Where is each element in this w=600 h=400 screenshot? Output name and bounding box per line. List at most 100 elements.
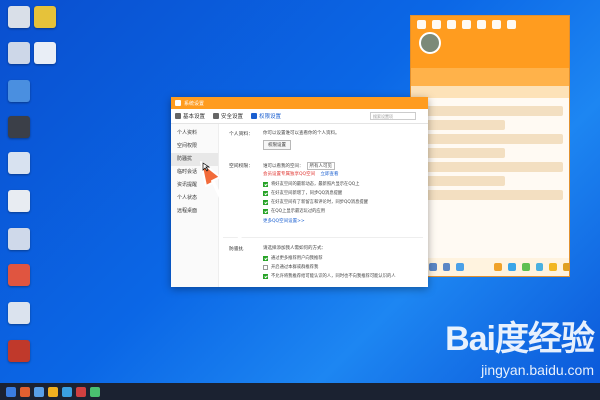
anti-option-2[interactable]: 开启通过本群或群推荐我 [263,264,318,270]
start-icon[interactable] [6,386,16,397]
dialog-body: 个人资料 空间权限 防骚扰 临时会话 资讯提醒 个人状态 远程桌面 个人资料： … [171,124,428,287]
checkbox[interactable] [263,199,268,205]
list-item[interactable] [417,148,505,158]
list-item[interactable] [417,176,505,186]
checkbox-label: 在好友空间新增了，同步QQ消息提醒 [271,191,343,196]
mail-icon[interactable] [417,20,426,29]
taskbar-app-icon[interactable] [90,386,100,397]
anti-harassment-section-label: 防骚扰： [229,247,249,252]
more-space-settings-link[interactable]: 更多QQ空间设置>> [263,218,305,224]
shield-icon [213,113,220,119]
apps-icon[interactable] [442,263,451,271]
list-item[interactable] [417,162,563,172]
watermark-logo: Bai度经验 [445,320,595,358]
contacts-icon[interactable] [428,263,437,271]
tab-basic-settings[interactable]: 基本设置 [175,112,205,120]
desktop-icon-7[interactable] [8,152,30,174]
cloud-icon[interactable] [447,20,456,29]
desktop-icon-11[interactable] [8,302,30,324]
music-icon[interactable] [456,263,465,271]
nav-item-remote-desktop[interactable]: 远程桌面 [171,205,218,218]
qq-contact-tabs[interactable] [411,86,569,98]
space-section-label: 空间权限： [229,164,253,169]
space-option-3[interactable]: 在好友空间有了新留言和评论时，同步QQ消息提醒 [263,199,368,205]
game-icon[interactable] [477,20,486,29]
qq-panel-header [411,16,569,86]
desktop-icon-8[interactable] [8,190,30,212]
nav-item-temp-session[interactable]: 临时会话 [171,166,218,179]
space-visibility-row: 谁可以看我的空间： 所有人可见 [263,162,335,170]
section-divider [223,237,423,238]
avatar[interactable] [419,32,441,54]
anti-harassment-intro: 请选择添加我人需如何的方式： [263,246,326,251]
checkbox[interactable] [263,208,268,214]
app-icon[interactable] [563,263,569,271]
checkbox[interactable] [263,190,268,196]
app-icon[interactable] [535,263,544,271]
nav-item-space[interactable]: 空间权限 [171,140,218,153]
checkbox[interactable] [263,255,268,261]
checkbox-label: 在好友空间有了新留言和评论时，同步QQ消息提醒 [271,200,368,205]
anti-option-3[interactable]: 不允许将我推荐给可能认识的人，同时也不向我推荐可能认识的人 [263,273,396,279]
checkbox-label: 在QQ上显示最近玩过的应用 [271,209,326,214]
game-icon[interactable] [494,263,502,271]
checkbox[interactable] [263,181,268,187]
space-option-4[interactable]: 在QQ上显示最近玩过的应用 [263,208,325,214]
settings-search-input[interactable]: 搜索设置项 [370,112,416,120]
nav-item-profile[interactable]: 个人资料 [171,127,218,140]
desktop-icon-1[interactable] [8,6,30,28]
shield-icon[interactable] [507,20,516,29]
play-icon[interactable] [492,20,501,29]
nav-item-anti-harassment[interactable]: 防骚扰 [171,153,218,166]
tab-label: 权限设置 [259,114,282,120]
taskbar-app-icon[interactable] [76,386,86,397]
nav-item-news[interactable]: 资讯提醒 [171,179,218,192]
taskbar [0,383,600,400]
taskbar-app-icon[interactable] [48,386,58,397]
checkbox-label: 通过更多推荐用户向我推荐 [271,256,323,261]
permission-settings-button[interactable]: 权限设置 [263,140,291,150]
desktop-icon-2[interactable] [34,6,56,28]
list-item[interactable] [417,190,563,200]
list-item[interactable] [417,120,505,130]
app-icon[interactable] [521,263,530,271]
desktop-icon-4[interactable] [34,42,56,64]
profile-description: 你可以设置谁可以查看你的个人资料。 [263,131,340,136]
desktop-icon-3[interactable] [8,42,30,64]
desktop-icon-10[interactable] [8,264,30,286]
list-item[interactable] [417,134,563,144]
qq-search-bar[interactable] [411,68,569,86]
taskbar-app-icon[interactable] [34,386,44,397]
space-option-1[interactable]: 将好友空间的最新动态，最新照片显示在QQ上 [263,181,359,187]
star-icon[interactable] [432,20,441,29]
desktop-icons [0,0,60,370]
space-option-2[interactable]: 在好友空间新增了，同步QQ消息提醒 [263,190,342,196]
desktop-icon-6[interactable] [8,116,30,138]
tab-security-settings[interactable]: 安全设置 [213,112,243,120]
space-visibility-label: 谁可以看我的空间： [263,164,304,169]
dialog-tabs: 基本设置 安全设置 权限设置 搜索设置项 [171,109,428,124]
anti-option-1[interactable]: 通过更多推荐用户向我推荐 [263,255,323,261]
list-item[interactable] [417,106,563,116]
space-promo-row: 会员设置专属独享QQ空间 立即查看 [263,171,339,177]
desktop-icon-5[interactable] [8,80,30,102]
app-icon[interactable] [507,263,516,271]
checkbox[interactable] [263,273,268,279]
tab-label: 基本设置 [183,114,206,120]
folder-icon[interactable] [462,20,471,29]
nav-item-status[interactable]: 个人状态 [171,192,218,205]
space-visibility-select[interactable]: 所有人可见 [306,162,335,170]
checkbox[interactable] [263,264,268,270]
tab-permission-settings[interactable]: 权限设置 [251,112,281,120]
app-icon[interactable] [549,263,558,271]
taskbar-app-icon[interactable] [62,386,72,397]
taskbar-app-icon[interactable] [20,386,30,397]
profile-section-label: 个人资料： [229,132,253,137]
desktop-icon-12[interactable] [8,340,30,362]
tab-label: 安全设置 [221,114,244,120]
qq-contact-list [411,98,569,208]
view-now-link[interactable]: 立即查看 [321,172,339,177]
desktop-icon-9[interactable] [8,228,30,250]
settings-content: 个人资料： 你可以设置谁可以查看你的个人资料。 权限设置 空间权限： 谁可以看我… [223,124,423,287]
vip-promo-text: 会员设置专属独享QQ空间 [263,172,316,177]
